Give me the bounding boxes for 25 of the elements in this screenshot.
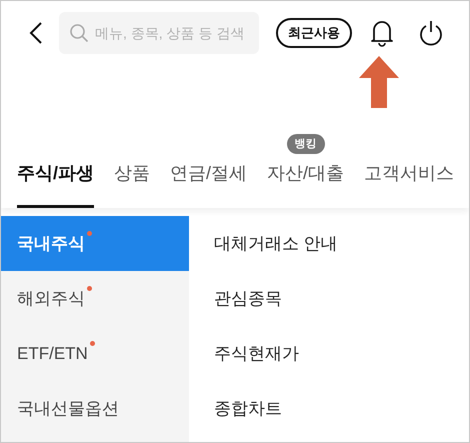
item-label: ETF/ETN	[17, 342, 88, 365]
sidebar-item[interactable]: 국내주식	[1, 216, 189, 271]
category-tab[interactable]: 고객서비스	[364, 160, 454, 208]
menu-item[interactable]: 종합차트	[214, 381, 469, 436]
sidebar-item[interactable]: ETF/ETN	[1, 326, 189, 381]
menu-item[interactable]: 주식현재가	[214, 326, 469, 381]
sidebar-item[interactable]: 해외주식	[1, 271, 189, 326]
category-tab[interactable]: 연금/절세	[170, 160, 248, 208]
menu-item[interactable]: 대체거래소 안내	[214, 216, 469, 271]
item-label: 국내주식	[17, 232, 85, 255]
recent-button[interactable]: 최근사용	[276, 18, 352, 48]
bell-icon[interactable]	[370, 19, 394, 47]
tab-badge: 뱅킹	[286, 134, 325, 154]
search-icon	[69, 23, 89, 43]
category-tab[interactable]: 주식/파생	[17, 160, 94, 208]
item-label: 국내선물옵션	[17, 398, 119, 420]
back-icon[interactable]	[29, 21, 43, 45]
category-tab[interactable]: 자산/대출	[267, 160, 344, 208]
category-tab[interactable]: 상품	[114, 160, 150, 208]
menu-item[interactable]: 관심종목	[214, 271, 469, 326]
search-field[interactable]: 메뉴, 종목, 상품 등 검색	[59, 12, 259, 54]
item-label: 해외주식	[17, 288, 85, 310]
up-arrow	[359, 56, 399, 108]
power-icon[interactable]	[418, 19, 444, 47]
sidebar-item[interactable]: 국내선물옵션	[1, 381, 189, 436]
